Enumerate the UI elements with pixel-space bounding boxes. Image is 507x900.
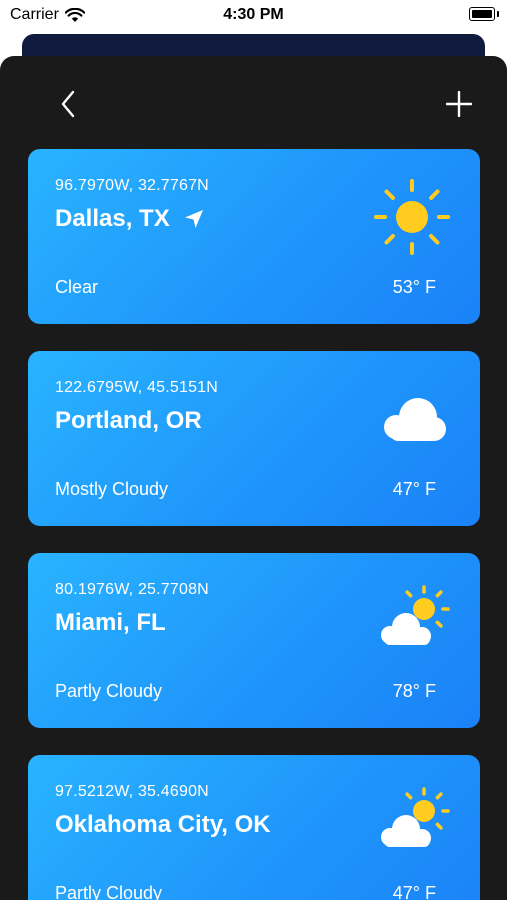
status-bar: Carrier 4:30 PM [0, 0, 507, 32]
locations-sheet: 96.7970W, 32.7767N Dallas, TX Clear 53° … [0, 56, 507, 900]
location-coordinates: 96.7970W, 32.7767N [55, 177, 209, 194]
temperature: 78° F [392, 681, 436, 701]
location-coordinates: 122.6795W, 45.5151N [55, 379, 219, 396]
location-city: Oklahoma City, OK [55, 811, 271, 839]
back-button[interactable] [50, 86, 86, 122]
weather-condition: Mostly Cloudy [55, 479, 169, 499]
temperature: 53° F [392, 277, 436, 297]
sun-icon [374, 179, 450, 255]
chevron-left-icon [61, 90, 75, 118]
location-coordinates: 97.5212W, 35.4690N [55, 783, 209, 800]
add-location-button[interactable] [441, 86, 477, 122]
location-card-miami[interactable]: 80.1976W, 25.7708N Miami, FL Partly Clou… [28, 553, 480, 728]
partly-cloudy-icon [381, 585, 450, 645]
location-city: Dallas, TX [55, 205, 204, 233]
weather-condition: Clear [55, 277, 99, 297]
location-arrow-icon [184, 210, 203, 228]
weather-condition: Partly Cloudy [55, 681, 163, 701]
city-name: Portland, OR [55, 407, 202, 434]
location-city: Portland, OR [55, 407, 202, 435]
location-card-dallas[interactable]: 96.7970W, 32.7767N Dallas, TX Clear 53° … [28, 149, 480, 324]
weather-condition: Partly Cloudy [55, 883, 163, 900]
partly-cloudy-icon [381, 787, 450, 847]
location-card-oklahoma-city[interactable]: 97.5212W, 35.4690N Oklahoma City, OK Par… [28, 755, 480, 900]
battery-icon [469, 7, 499, 21]
location-city: Miami, FL [55, 609, 166, 637]
temperature: 47° F [392, 479, 436, 499]
plus-icon [446, 91, 472, 117]
city-name: Oklahoma City, OK [55, 811, 271, 838]
temperature: 47° F [392, 883, 436, 900]
location-coordinates: 80.1976W, 25.7708N [55, 581, 209, 598]
cloud-icon [384, 398, 446, 441]
city-name: Miami, FL [55, 609, 166, 636]
city-name: Dallas, TX [55, 205, 170, 232]
location-card-portland[interactable]: 122.6795W, 45.5151N Portland, OR Mostly … [28, 351, 480, 526]
status-time: 4:30 PM [223, 6, 284, 23]
